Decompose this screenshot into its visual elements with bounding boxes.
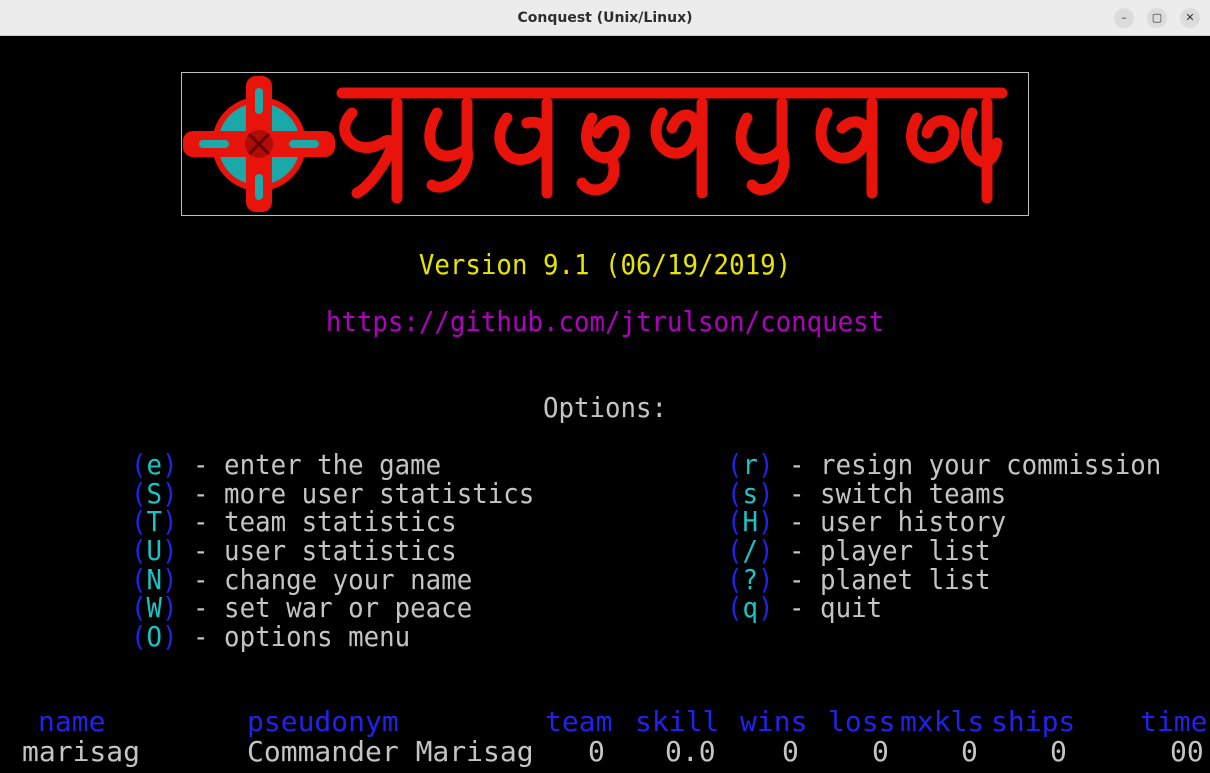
maximize-button[interactable]: ▢	[1147, 8, 1167, 28]
header-mxkls: mxkls	[900, 705, 985, 738]
option-war-peace[interactable]: (W) - set war or peace	[131, 594, 534, 623]
option-change-name[interactable]: (N) - change your name	[131, 565, 534, 595]
option-team-stats[interactable]: (T) - team statistics	[131, 508, 534, 537]
window-titlebar: Conquest (Unix/Linux) – ▢ ✕	[0, 0, 1210, 36]
header-skill: skill	[635, 705, 720, 738]
close-button[interactable]: ✕	[1180, 8, 1200, 28]
option-quit[interactable]: (q) - quit	[727, 594, 1161, 623]
option-planet-list[interactable]: (?) - planet list	[727, 565, 1161, 595]
header-team: team	[545, 705, 613, 738]
option-more-user-stats[interactable]: (S) - more user statistics	[131, 479, 534, 509]
minimize-button[interactable]: –	[1114, 8, 1134, 28]
option-label: - quit	[773, 591, 883, 625]
row-team: 0	[588, 735, 605, 768]
row-ships: 0	[1050, 735, 1067, 768]
stats-data-row: marisag Commander Marisag 0 0.0 0 0 0 0 …	[0, 737, 1210, 767]
header-pseudonym: pseudonym	[247, 705, 399, 738]
option-key: q	[742, 591, 759, 625]
option-options-menu[interactable]: (O) - options menu	[131, 623, 534, 652]
project-url[interactable]: https://github.com/jtrulson/conquest	[48, 305, 1161, 338]
options-right-column: (r) - resign your commission (s) - switc…	[727, 451, 1199, 623]
options-left-column: (e) - enter the game (S) - more user sta…	[131, 451, 569, 652]
option-enter-game[interactable]: (e) - enter the game	[131, 451, 534, 480]
stats-header-row: name pseudonym team skill wins loss mxkl…	[0, 707, 1210, 737]
header-wins: wins	[740, 705, 808, 738]
option-switch-teams[interactable]: (s) - switch teams	[727, 479, 1161, 509]
terminal-area[interactable]: Version 9.1 (06/19/2019) https://github.…	[0, 37, 1210, 773]
window-title: Conquest (Unix/Linux)	[517, 10, 693, 26]
row-mxkls: 0	[961, 735, 978, 768]
header-time: time	[1140, 705, 1208, 738]
option-resign[interactable]: (r) - resign your commission	[727, 451, 1161, 480]
conquest-logo	[181, 72, 1029, 216]
row-skill: 0.0	[665, 735, 716, 768]
row-time: 00	[1170, 735, 1204, 768]
row-pseudonym: Commander Marisag	[247, 735, 534, 768]
version-text: Version 9.1 (06/19/2019)	[418, 248, 792, 281]
conquest-logo-cross-icon	[183, 76, 1008, 212]
options-title: Options:	[542, 391, 668, 424]
option-key: O	[146, 620, 163, 654]
row-name: marisag	[22, 735, 141, 768]
header-name: name	[38, 705, 106, 738]
option-label: - options menu	[177, 620, 411, 654]
option-user-stats[interactable]: (U) - user statistics	[131, 537, 534, 566]
header-loss: loss	[828, 705, 896, 738]
row-wins: 0	[782, 735, 799, 768]
option-player-list[interactable]: (/) - player list	[727, 537, 1161, 566]
option-user-history[interactable]: (H) - user history	[727, 508, 1161, 537]
row-loss: 0	[872, 735, 889, 768]
header-ships: ships	[991, 705, 1076, 738]
